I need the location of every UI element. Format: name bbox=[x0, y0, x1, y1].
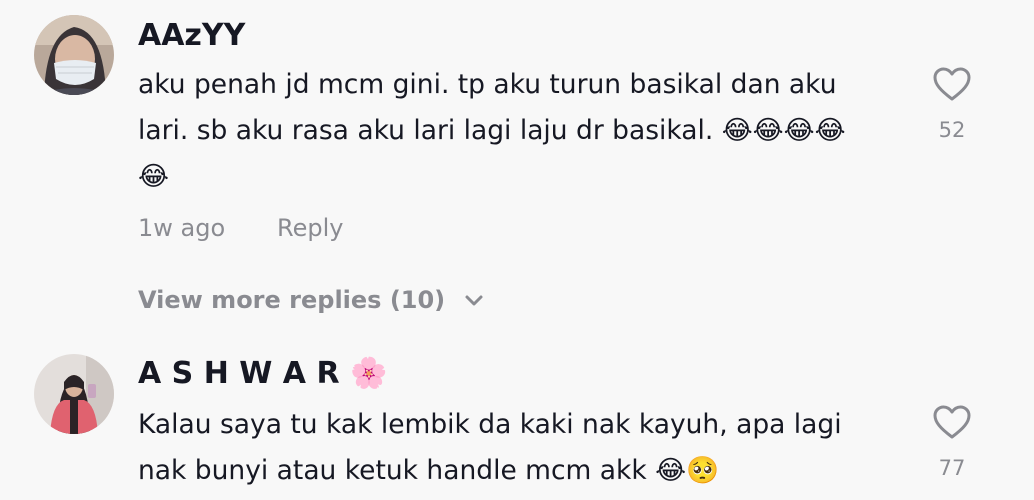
view-more-replies-button[interactable]: View more replies (10) bbox=[138, 285, 484, 315]
comment-text: Kalau saya tu kak lembik da kaki nak kay… bbox=[138, 409, 842, 486]
comment-item: AAzYY aku penah jd mcm gini. tp aku turu… bbox=[0, 0, 1034, 330]
avatar[interactable] bbox=[34, 354, 114, 434]
view-more-label: View more replies (10) bbox=[138, 286, 446, 314]
timestamp: 1w ago bbox=[138, 214, 226, 242]
like-count: 52 bbox=[938, 118, 966, 142]
heart-outline-icon[interactable] bbox=[932, 404, 972, 440]
username[interactable]: AAzYY bbox=[138, 18, 245, 54]
comment-item: A S H W A R 🌸 Kalau saya tu kak lembik d… bbox=[0, 330, 1034, 500]
heart-outline-icon[interactable] bbox=[932, 66, 972, 102]
comment-text: aku penah jd mcm gini. tp aku turun basi… bbox=[138, 69, 846, 192]
reply-button[interactable]: Reply bbox=[277, 213, 343, 243]
avatar[interactable] bbox=[34, 15, 114, 95]
username[interactable]: A S H W A R 🌸 bbox=[138, 356, 387, 392]
like-count: 77 bbox=[938, 456, 966, 480]
chevron-down-icon bbox=[465, 295, 483, 306]
